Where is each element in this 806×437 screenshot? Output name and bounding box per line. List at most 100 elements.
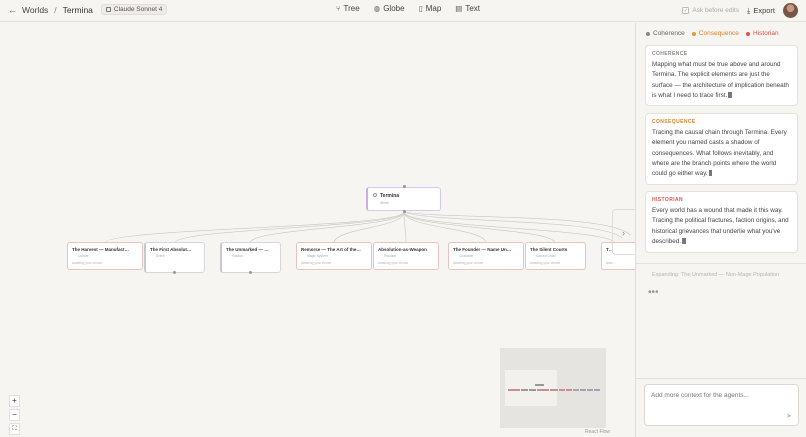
minimap-node bbox=[594, 389, 600, 391]
minimap-node bbox=[580, 389, 586, 391]
agent-card-consequence: CONSEQUENCE Tracing the causal chain thr… bbox=[645, 113, 798, 185]
node-subtitle: Practice bbox=[384, 254, 396, 258]
card-text-body: Mapping what must be true above and arou… bbox=[652, 61, 789, 99]
card-label: COHERENCE bbox=[652, 51, 688, 57]
minimap-viewport[interactable] bbox=[505, 370, 557, 406]
checkbox-icon[interactable]: ✓ bbox=[682, 7, 690, 14]
node-subtitle: World bbox=[380, 201, 389, 205]
cursor-icon bbox=[708, 170, 713, 177]
react-flow-attribution[interactable]: React Flow bbox=[585, 429, 610, 435]
card-text: Mapping what must be true above and arou… bbox=[652, 60, 791, 101]
model-chip[interactable]: Claude Sonnet 4 bbox=[100, 4, 168, 15]
world-icon bbox=[373, 193, 377, 197]
chevron-right-icon[interactable]: › bbox=[622, 228, 625, 238]
node-subtitle: Event bbox=[156, 254, 165, 258]
minimap-node bbox=[559, 389, 565, 391]
export-button[interactable]: ⤓ Export bbox=[747, 6, 775, 16]
arrow-left-icon[interactable]: ← bbox=[8, 5, 17, 15]
legend-coherence: Coherence bbox=[646, 30, 685, 37]
minimap-node bbox=[550, 389, 558, 391]
fit-view-button[interactable]: ⛶ bbox=[9, 423, 20, 435]
breadcrumb-separator: / bbox=[54, 4, 57, 15]
legend-consequence: Consequence bbox=[691, 30, 739, 37]
tree-node[interactable]: The Harvest — Manufact… Culture Awaiting… bbox=[67, 242, 143, 270]
node-handle[interactable] bbox=[173, 271, 176, 274]
minimap-root-node bbox=[535, 384, 544, 386]
header-actions: ✓ Ask before edits ⤓ Export bbox=[682, 3, 798, 18]
node-subtitle: Sacred Order bbox=[536, 254, 556, 258]
globe-icon: ◍ bbox=[373, 4, 381, 13]
tree-node[interactable]: The Silent Courts Sacred Order Awaiting … bbox=[525, 242, 586, 270]
coherence-dot-icon bbox=[646, 31, 650, 36]
node-handle[interactable] bbox=[249, 271, 252, 274]
zoom-controls: + − ⛶ 🔒 bbox=[9, 395, 20, 437]
tab-map[interactable]: ▯ Map bbox=[419, 4, 442, 13]
download-icon: ⤓ bbox=[746, 5, 751, 15]
tree-node[interactable]: The First Absolut… Event bbox=[144, 242, 205, 273]
context-input-box[interactable]: ➤ bbox=[644, 384, 799, 426]
tree-icon: ⑂ bbox=[336, 4, 341, 13]
text-icon: ▤ bbox=[455, 4, 463, 13]
node-title: The Harvest — Manufact… bbox=[72, 247, 130, 252]
expanding-status: Expanding: The Unmarked — Non-Mage Popul… bbox=[652, 272, 780, 278]
tab-text[interactable]: ▤ Text bbox=[455, 4, 480, 13]
tab-text-label: Text bbox=[465, 4, 481, 13]
ask-before-edits-toggle[interactable]: ✓ Ask before edits bbox=[682, 7, 739, 14]
tree-node[interactable]: Absolution-as-Weapon Practice Awaiting y… bbox=[373, 242, 439, 270]
card-text: Tracing the causal chain through Termina… bbox=[652, 128, 791, 179]
minimap-node bbox=[508, 389, 520, 391]
node-title: Absolution-as-Weapon bbox=[378, 247, 427, 252]
card-label: HISTORIAN bbox=[652, 197, 684, 203]
node-subtitle: Culture bbox=[78, 254, 89, 258]
loading-indicator: ••• bbox=[648, 287, 659, 298]
node-status: Awa… bbox=[606, 261, 616, 265]
minimap-node bbox=[587, 389, 593, 391]
avatar[interactable] bbox=[783, 3, 798, 18]
historian-dot-icon bbox=[745, 31, 750, 36]
tree-node[interactable]: The Unmarked — … Faction bbox=[220, 242, 281, 273]
divider bbox=[636, 263, 806, 264]
minimap-node bbox=[566, 389, 572, 391]
node-title: The First Absolut… bbox=[150, 247, 192, 252]
minimap-node bbox=[529, 389, 536, 391]
agent-card-coherence: COHERENCE Mapping what must be true abov… bbox=[645, 45, 798, 106]
legend-label: Historian bbox=[752, 30, 779, 37]
breadcrumb-worlds[interactable]: Worlds bbox=[22, 5, 48, 15]
node-title: The Founder — Name Un… bbox=[453, 247, 512, 252]
minimap[interactable] bbox=[500, 348, 606, 428]
send-icon[interactable]: ➤ bbox=[786, 412, 792, 420]
tab-map-label: Map bbox=[425, 4, 442, 13]
export-label: Export bbox=[753, 6, 775, 15]
breadcrumb: ← Worlds / Termina Claude Sonnet 4 bbox=[8, 4, 168, 15]
node-handle[interactable] bbox=[402, 185, 406, 188]
node-title: Remorse — The Art of the… bbox=[301, 247, 361, 252]
minimap-node bbox=[521, 389, 528, 391]
context-input[interactable] bbox=[651, 392, 791, 399]
minimap-node bbox=[537, 389, 549, 391]
agent-panel: Coherence Consequence Historian COHERENC… bbox=[635, 23, 806, 437]
breadcrumb-current: Termina bbox=[62, 4, 93, 15]
zoom-out-button[interactable]: − bbox=[9, 409, 20, 421]
legend-historian: Historian bbox=[745, 30, 779, 37]
node-status: Awaiting your choice bbox=[530, 261, 561, 265]
node-title: Termina bbox=[380, 193, 400, 199]
card-text: Every world has a wound that made it thi… bbox=[652, 206, 791, 247]
tab-globe[interactable]: ◍ Globe bbox=[374, 4, 405, 13]
node-subtitle: Character bbox=[459, 254, 474, 258]
node-title: The Silent Courts bbox=[530, 247, 568, 252]
view-switcher: ⑂ Tree ◍ Globe ▯ Map ▤ Text bbox=[336, 4, 480, 13]
consequence-dot-icon bbox=[691, 31, 696, 36]
zoom-in-button[interactable]: + bbox=[9, 395, 20, 407]
cursor-icon bbox=[682, 237, 686, 244]
tab-tree[interactable]: ⑂ Tree bbox=[336, 4, 360, 13]
model-icon bbox=[105, 7, 111, 12]
model-label: Claude Sonnet 4 bbox=[113, 6, 163, 13]
tree-node-root[interactable]: Termina World bbox=[366, 187, 441, 211]
divider bbox=[636, 378, 806, 379]
tree-node[interactable]: Remorse — The Art of the… Magic System A… bbox=[296, 242, 372, 270]
node-handle[interactable] bbox=[402, 210, 406, 213]
tree-node[interactable]: The Founder — Name Un… Character Awaitin… bbox=[448, 242, 524, 270]
tab-globe-label: Globe bbox=[383, 4, 405, 13]
node-status: Awaiting your choice bbox=[72, 261, 103, 265]
ask-before-edits-label: Ask before edits bbox=[692, 7, 739, 14]
